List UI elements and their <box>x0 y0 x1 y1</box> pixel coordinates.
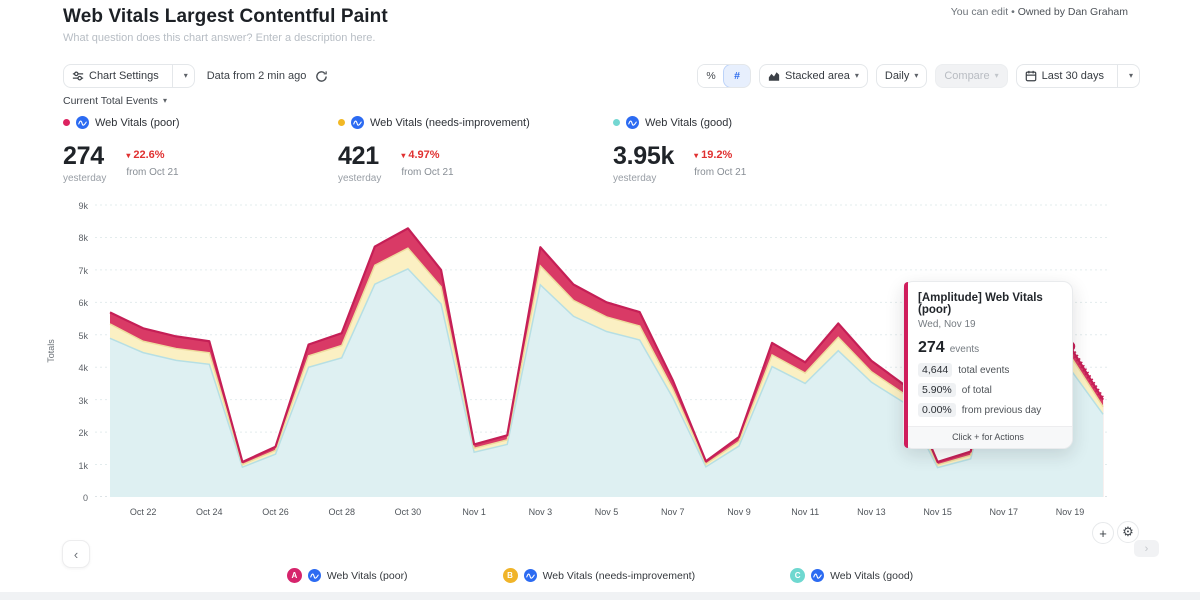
series-badge: C <box>790 568 805 583</box>
pan-left-button[interactable]: ‹ <box>62 540 90 568</box>
metric-change: ▾ 19.2% <box>694 149 746 161</box>
calendar-icon <box>1025 70 1037 82</box>
legend-label: Web Vitals (needs-improvement) <box>543 570 696 582</box>
metric-change: ▾ 4.97% <box>401 149 453 161</box>
description-placeholder[interactable]: What question does this chart answer? En… <box>63 32 375 44</box>
metric-period: yesterday <box>613 173 674 184</box>
chart-tooltip: [Amplitude] Web Vitals (poor) Wed, Nov 1… <box>903 281 1073 449</box>
amplitude-logo-icon <box>351 116 364 129</box>
tooltip-row: 4,644 total events <box>918 363 1060 377</box>
amplitude-chart-page: Web Vitals Largest Contentful Paint What… <box>0 0 1200 600</box>
metric-card-needs-improvement: Web Vitals (needs-improvement) 421 yeste… <box>338 116 530 184</box>
divider <box>172 65 173 87</box>
amplitude-logo-icon <box>76 116 89 129</box>
page-title: Web Vitals Largest Contentful Paint <box>63 6 388 28</box>
toolbar-left: Chart Settings ▾ Data from 2 min ago <box>63 64 328 88</box>
date-range-select[interactable]: Last 30 days ▾ <box>1016 64 1140 88</box>
chevron-down-icon: ▾ <box>184 72 188 80</box>
metric-value: 274 <box>63 142 106 171</box>
amplitude-logo-icon <box>308 569 321 582</box>
amplitude-logo-icon <box>524 569 537 582</box>
metric-selector-label: Current Total Events <box>63 95 158 107</box>
chart-settings-label: Chart Settings <box>89 70 159 82</box>
down-triangle-icon: ▾ <box>694 151 698 160</box>
chart-legend: A Web Vitals (poor) B Web Vitals (needs-… <box>0 568 1200 583</box>
series-badge: A <box>287 568 302 583</box>
series-color-dot <box>63 119 70 126</box>
divider <box>1117 65 1118 87</box>
value-format-toggle: % # <box>697 64 751 88</box>
bullet-separator: • <box>1011 6 1015 18</box>
sliders-icon <box>72 70 84 82</box>
down-triangle-icon: ▾ <box>126 151 130 160</box>
tooltip-series-title: [Amplitude] Web Vitals (poor) <box>918 292 1060 316</box>
interval-select[interactable]: Daily ▾ <box>876 64 927 88</box>
chevron-down-icon: ▾ <box>995 72 999 80</box>
tooltip-value-unit: events <box>950 344 979 355</box>
series-name: Web Vitals (needs-improvement) <box>370 117 530 129</box>
series-color-dot <box>613 119 620 126</box>
tooltip-actions-hint: Click + for Actions <box>904 426 1072 448</box>
chevron-down-icon: ▾ <box>855 72 859 80</box>
legend-item-poor[interactable]: A Web Vitals (poor) <box>287 568 408 583</box>
tooltip-row: 5.90% of total <box>918 383 1060 397</box>
metric-compare-label: from Oct 21 <box>694 167 746 178</box>
metric-card-poor: Web Vitals (poor) 274 yesterday ▾ 22.6% … <box>63 116 180 184</box>
x-axis-tick-labels: Oct 22Oct 24Oct 26Oct 28Oct 30Nov 1Nov 3… <box>95 507 1107 521</box>
stacked-area-icon <box>768 71 780 82</box>
date-range-label: Last 30 days <box>1042 70 1104 82</box>
number-toggle[interactable]: # <box>724 65 750 87</box>
metric-compare-label: from Oct 21 <box>401 167 453 178</box>
add-annotation-button[interactable]: + <box>1092 522 1114 544</box>
metric-change: ▾ 22.6% <box>126 149 178 161</box>
series-header[interactable]: Web Vitals (needs-improvement) <box>338 116 530 129</box>
metric-value: 421 <box>338 142 381 171</box>
series-header[interactable]: Web Vitals (poor) <box>63 116 180 129</box>
percent-toggle[interactable]: % <box>698 65 724 87</box>
chevron-down-icon: ▾ <box>914 72 918 80</box>
legend-label: Web Vitals (good) <box>830 570 913 582</box>
owner-label: Owned by Dan Graham <box>1018 6 1128 18</box>
tooltip-value: 274 <box>918 339 945 357</box>
amplitude-logo-icon <box>626 116 639 129</box>
series-color-dot <box>338 119 345 126</box>
legend-item-good[interactable]: C Web Vitals (good) <box>790 568 913 583</box>
ownership-status: You can edit • Owned by Dan Graham <box>951 6 1128 18</box>
down-triangle-icon: ▾ <box>401 151 405 160</box>
series-name: Web Vitals (good) <box>645 117 732 129</box>
y-axis-title: Totals <box>44 205 58 497</box>
tooltip-row: 0.00% from previous day <box>918 403 1060 417</box>
metric-compare-label: from Oct 21 <box>126 167 178 178</box>
data-freshness-label: Data from 2 min ago <box>207 70 307 82</box>
chart-type-select[interactable]: Stacked area ▾ <box>759 64 868 88</box>
metric-period: yesterday <box>338 173 381 184</box>
toolbar-right: % # Stacked area ▾ Daily ▾ Compare ▾ <box>697 64 1140 88</box>
chart-settings-button[interactable]: Chart Settings ▾ <box>63 64 195 88</box>
series-name: Web Vitals (poor) <box>95 117 180 129</box>
chevron-down-icon: ▾ <box>1129 72 1133 80</box>
metric-period: yesterday <box>63 173 106 184</box>
interval-label: Daily <box>885 70 909 82</box>
y-axis-tick-labels: 01k2k3k4k5k6k7k8k9k <box>58 205 88 497</box>
metric-card-good: Web Vitals (good) 3.95k yesterday ▾ 19.2… <box>613 116 746 184</box>
pan-right-button-disabled: › <box>1134 540 1159 557</box>
tooltip-date: Wed, Nov 19 <box>918 319 1060 330</box>
compare-select: Compare ▾ <box>935 64 1007 88</box>
legend-item-needs-improvement[interactable]: B Web Vitals (needs-improvement) <box>503 568 696 583</box>
series-badge: B <box>503 568 518 583</box>
bottom-edge-strip <box>0 592 1200 600</box>
chevron-down-icon: ▾ <box>163 97 167 105</box>
series-header[interactable]: Web Vitals (good) <box>613 116 746 129</box>
metric-selector-dropdown[interactable]: Current Total Events ▾ <box>63 95 167 107</box>
compare-label: Compare <box>944 70 989 82</box>
refresh-button[interactable] <box>315 70 328 83</box>
access-label: You can edit <box>951 6 1008 18</box>
metric-value: 3.95k <box>613 142 674 171</box>
legend-label: Web Vitals (poor) <box>327 570 408 582</box>
amplitude-logo-icon <box>811 569 824 582</box>
chart-type-label: Stacked area <box>785 70 850 82</box>
